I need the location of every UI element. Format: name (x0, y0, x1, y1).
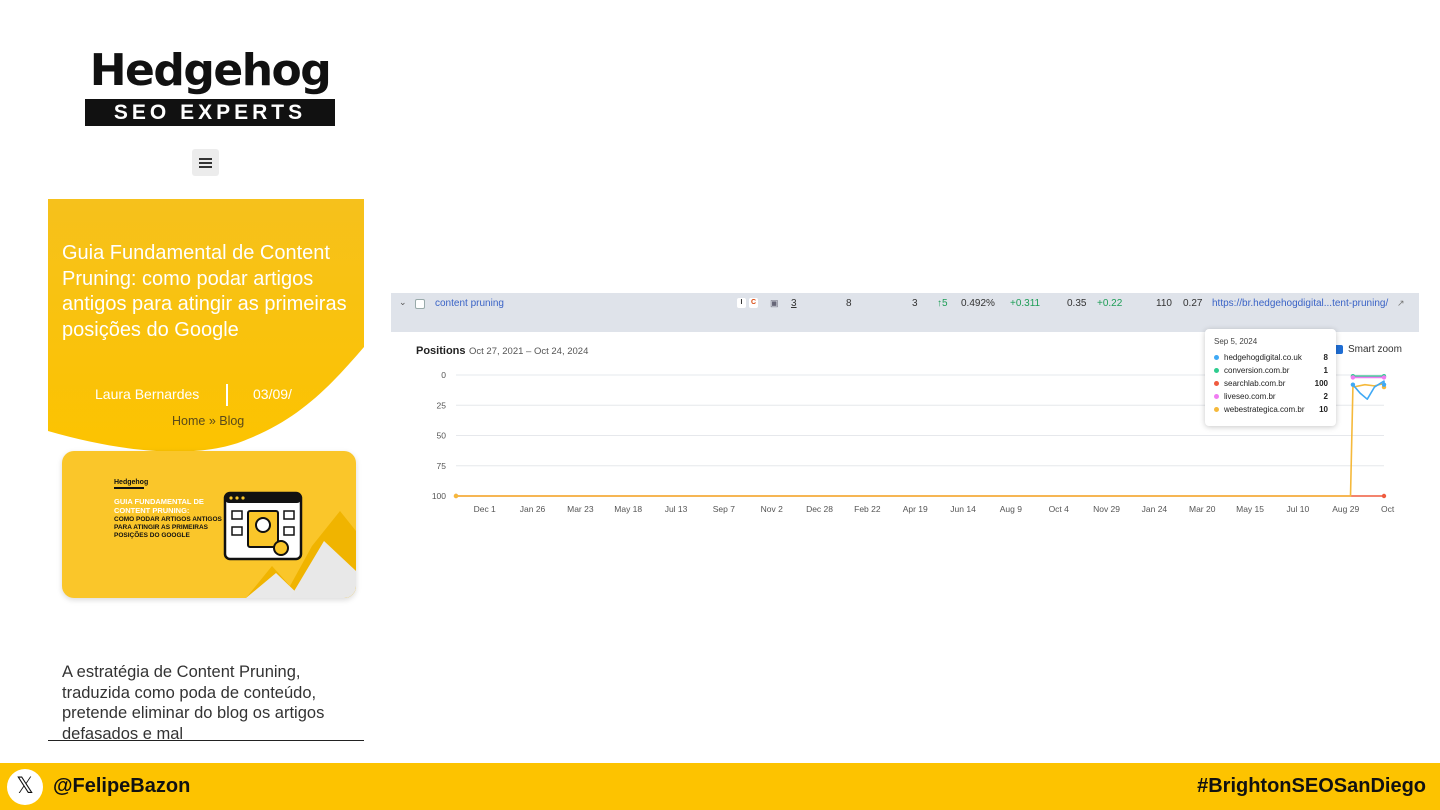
article-date: 03/09/ (253, 386, 292, 402)
article-excerpt: A estratégia de Content Pruning, traduzi… (62, 663, 325, 740)
card-illustration (223, 491, 356, 598)
external-link-icon[interactable]: ↗ (1397, 298, 1405, 309)
cpc-value: 0.27 (1183, 298, 1203, 309)
twitter-handle[interactable]: @FelipeBazon (53, 775, 190, 798)
x-tick-label: Sep 7 (713, 504, 735, 514)
x-tick-label: Feb 22 (854, 504, 881, 514)
x-tick-label: Nov 2 (761, 504, 783, 514)
legend-dot-icon (1214, 355, 1219, 360)
tooltip-position: 1 (1323, 366, 1328, 375)
chart-date-range[interactable]: Oct 27, 2021 – Oct 24, 2024 (469, 346, 588, 357)
article-title: Guia Fundamental de Content Pruning: com… (62, 242, 347, 341)
tooltip-row: webestrategica.com.br 10 (1214, 405, 1328, 415)
x-tick-label: Mar 23 (567, 504, 594, 514)
tooltip-row: liveseo.com.br 2 (1214, 392, 1328, 402)
x-tick-label: May 18 (614, 504, 642, 514)
tooltip-domain: hedgehogdigital.co.uk (1224, 353, 1302, 362)
tooltip-domain: searchlab.com.br (1224, 379, 1286, 388)
tooltip-domain: liveseo.com.br (1224, 392, 1276, 401)
x-tick-label: Apr 19 (903, 504, 928, 514)
y-tick-label: 50 (437, 431, 447, 441)
legend-dot-icon (1214, 381, 1219, 386)
breadcrumb[interactable]: Home » Blog (172, 414, 244, 428)
keyword-row[interactable]: ⌄ content pruning I C ▣ 3 8 3 ↑5 0.492% … (391, 293, 1419, 332)
tooltip-position: 2 (1323, 392, 1328, 401)
series-start-point (453, 493, 459, 499)
tooltip-domain: webestrategica.com.br (1224, 405, 1305, 414)
x-tick-label: Aug 29 (1332, 504, 1359, 514)
series-line (1352, 380, 1385, 401)
series-start-point (1350, 382, 1356, 387)
tooltip-row: hedgehogdigital.co.uk 8 (1214, 353, 1328, 363)
excerpt-divider (48, 740, 364, 741)
x-tick-label: Nov 29 (1093, 504, 1120, 514)
series-end-point (1381, 375, 1387, 380)
footer-bar: 𝕏 @FelipeBazon #BrightonSEOSanDiego (0, 763, 1440, 810)
chart-title: Positions (416, 345, 466, 357)
x-tick-label: Jul 13 (665, 504, 688, 514)
hedgehog-logo[interactable]: Hedgehog SEO EXPERTS (84, 46, 336, 128)
metric-value: 0.35 (1067, 298, 1087, 309)
series-end-point (1381, 382, 1387, 387)
visibility-change: +0.311 (1010, 298, 1041, 309)
x-tick-label: Mar 20 (1189, 504, 1216, 514)
x-tick-label: Jul 10 (1287, 504, 1310, 514)
x-logo-icon[interactable]: 𝕏 (7, 769, 43, 805)
tooltip-position: 8 (1323, 353, 1328, 362)
x-tick-label: Jan 26 (520, 504, 546, 514)
visibility-value: 0.492% (961, 298, 995, 309)
chart-tooltip: Sep 5, 2024 hedgehogdigital.co.uk 8 conv… (1205, 329, 1336, 426)
series-start-point (1350, 375, 1356, 380)
ranking-url-link[interactable]: https://br.hedgehogdigital...tent-prunin… (1212, 298, 1388, 309)
y-tick-label: 0 (441, 370, 446, 380)
serp-features-icon: ▣ (770, 298, 779, 308)
series-end-point (1381, 493, 1387, 499)
x-tick-label: Dec 28 (806, 504, 833, 514)
event-hashtag: #BrightonSEOSanDiego (1197, 775, 1426, 797)
meta-separator (226, 384, 228, 406)
tooltip-row: searchlab.com.br 100 (1214, 379, 1328, 389)
article-featured-image[interactable]: Hedgehog GUIA FUNDAMENTAL DE CONTENT PRU… (62, 451, 356, 598)
smart-zoom-label: Smart zoom (1348, 344, 1402, 355)
x-glyph: 𝕏 (16, 774, 34, 799)
metric-change: +0.22 (1097, 298, 1123, 309)
search-volume: 110 (1156, 298, 1172, 309)
x-tick-label: Jan 24 (1142, 504, 1168, 514)
hamburger-menu-icon[interactable] (192, 149, 219, 176)
legend-dot-icon (1214, 394, 1219, 399)
x-tick-label: Oct 24 (1381, 504, 1395, 514)
legend-dot-icon (1214, 407, 1219, 412)
x-tick-label: Aug 9 (1000, 504, 1022, 514)
x-tick-label: Jun 14 (950, 504, 976, 514)
intent-informational-badge: I (737, 298, 746, 308)
chevron-down-icon[interactable]: ⌄ (399, 297, 407, 308)
tooltip-domain: conversion.com.br (1224, 366, 1290, 375)
tooltip-date: Sep 5, 2024 (1214, 337, 1258, 346)
x-tick-label: Dec 1 (474, 504, 496, 514)
x-tick-label: Oct 4 (1049, 504, 1070, 514)
legend-dot-icon (1214, 368, 1219, 373)
logo-word: Hedgehog (89, 45, 332, 96)
article-hero: Guia Fundamental de Content Pruning: com… (48, 199, 364, 454)
position-previous: 3 (912, 298, 918, 309)
row-checkbox[interactable] (415, 299, 425, 309)
position-value: 8 (846, 298, 852, 309)
y-tick-label: 75 (437, 461, 447, 471)
x-tick-label: May 15 (1236, 504, 1264, 514)
position-change: ↑5 (937, 298, 948, 309)
serp-features-count[interactable]: 3 (791, 298, 797, 309)
tooltip-position: 100 (1314, 379, 1328, 388)
tooltip-row: conversion.com.br 1 (1214, 366, 1328, 376)
article-meta: Laura Bernardes 03/09/ (48, 384, 364, 409)
intent-commercial-badge: C (749, 298, 758, 308)
y-tick-label: 100 (432, 491, 446, 501)
keyword-link[interactable]: content pruning (435, 298, 504, 309)
tooltip-position: 10 (1319, 405, 1328, 414)
logo-tagline: SEO EXPERTS (85, 99, 335, 126)
y-tick-label: 25 (437, 400, 447, 410)
article-author[interactable]: Laura Bernardes (95, 386, 199, 402)
